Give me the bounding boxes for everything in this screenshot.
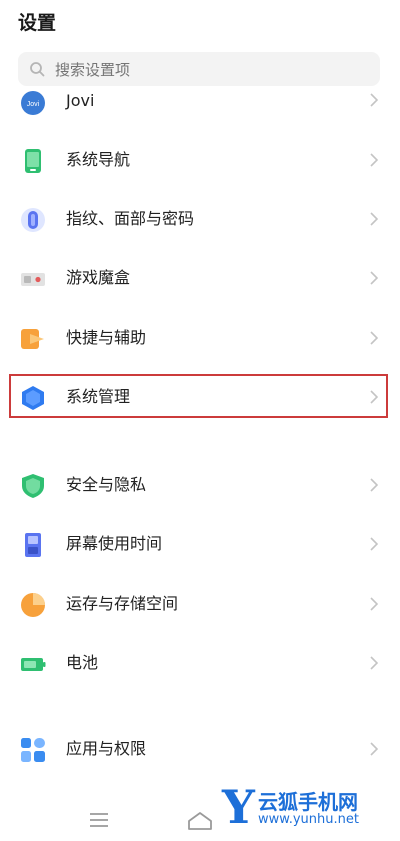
settings-item-screen-time[interactable]: 屏幕使用时间 [0, 520, 400, 568]
settings-item-fingerprint-face-password[interactable]: 指纹、面部与密码 [0, 195, 400, 243]
settings-item-battery[interactable]: 电池 [0, 639, 400, 687]
pie-storage-icon [21, 593, 45, 617]
phone-navigation-icon [25, 149, 41, 173]
watermark-url: www.yunhu.net [258, 812, 359, 827]
settings-item-label: 安全与隐私 [66, 475, 147, 494]
chevron-right-icon [370, 153, 378, 167]
chevron-right-icon [370, 597, 378, 611]
chevron-right-icon [370, 93, 378, 107]
chevron-right-icon [370, 331, 378, 345]
settings-item-label: 运存与存储空间 [66, 594, 179, 613]
svg-text:Jovi: Jovi [27, 101, 40, 108]
game-box-icon [21, 273, 45, 286]
watermark-brand: 云狐手机网 [258, 790, 358, 814]
shortcut-arrow-icon [21, 329, 44, 349]
chevron-right-icon [370, 212, 378, 226]
settings-item-ram-storage[interactable]: 运存与存储空间 [0, 580, 400, 628]
fingerprint-icon [21, 208, 45, 232]
settings-item-label: 指纹、面部与密码 [66, 209, 195, 228]
jovi-icon: Jovi [21, 91, 45, 115]
hourglass-icon [25, 533, 41, 557]
apps-grid-icon [21, 738, 45, 762]
chevron-right-icon [370, 742, 378, 756]
search-input[interactable] [53, 52, 357, 88]
settings-item-security-privacy[interactable]: 安全与隐私 [0, 461, 400, 509]
home-icon[interactable] [185, 808, 215, 832]
settings-item-label: 应用与权限 [66, 739, 147, 758]
watermark-letter: Y [222, 780, 255, 834]
settings-item-label: 快捷与辅助 [66, 328, 147, 347]
settings-item-system-navigation[interactable]: 系统导航 [0, 136, 400, 184]
settings-item-label: 电池 [66, 653, 99, 672]
settings-item-label: 游戏魔盒 [66, 268, 131, 287]
chevron-right-icon [370, 656, 378, 670]
chevron-right-icon [370, 537, 378, 551]
chevron-right-icon [370, 271, 378, 285]
shield-icon [22, 474, 44, 498]
settings-item-apps-permissions[interactable]: 应用与权限 [0, 725, 400, 773]
highlight-box [9, 374, 388, 418]
settings-item-game-box[interactable]: 游戏魔盒 [0, 254, 400, 302]
menu-icon[interactable] [84, 808, 114, 832]
settings-item-label: 屏幕使用时间 [66, 534, 163, 553]
chevron-right-icon [370, 478, 378, 492]
settings-item-label: 系统导航 [66, 150, 131, 169]
battery-icon [21, 658, 46, 671]
settings-item-shortcuts-accessibility[interactable]: 快捷与辅助 [0, 314, 400, 362]
watermark-logo: Y 云狐手机网 www.yunhu.net [222, 782, 400, 836]
search-icon [30, 62, 45, 77]
page-title: 设置 [18, 12, 57, 34]
settings-item-label: Jovi [66, 91, 95, 110]
